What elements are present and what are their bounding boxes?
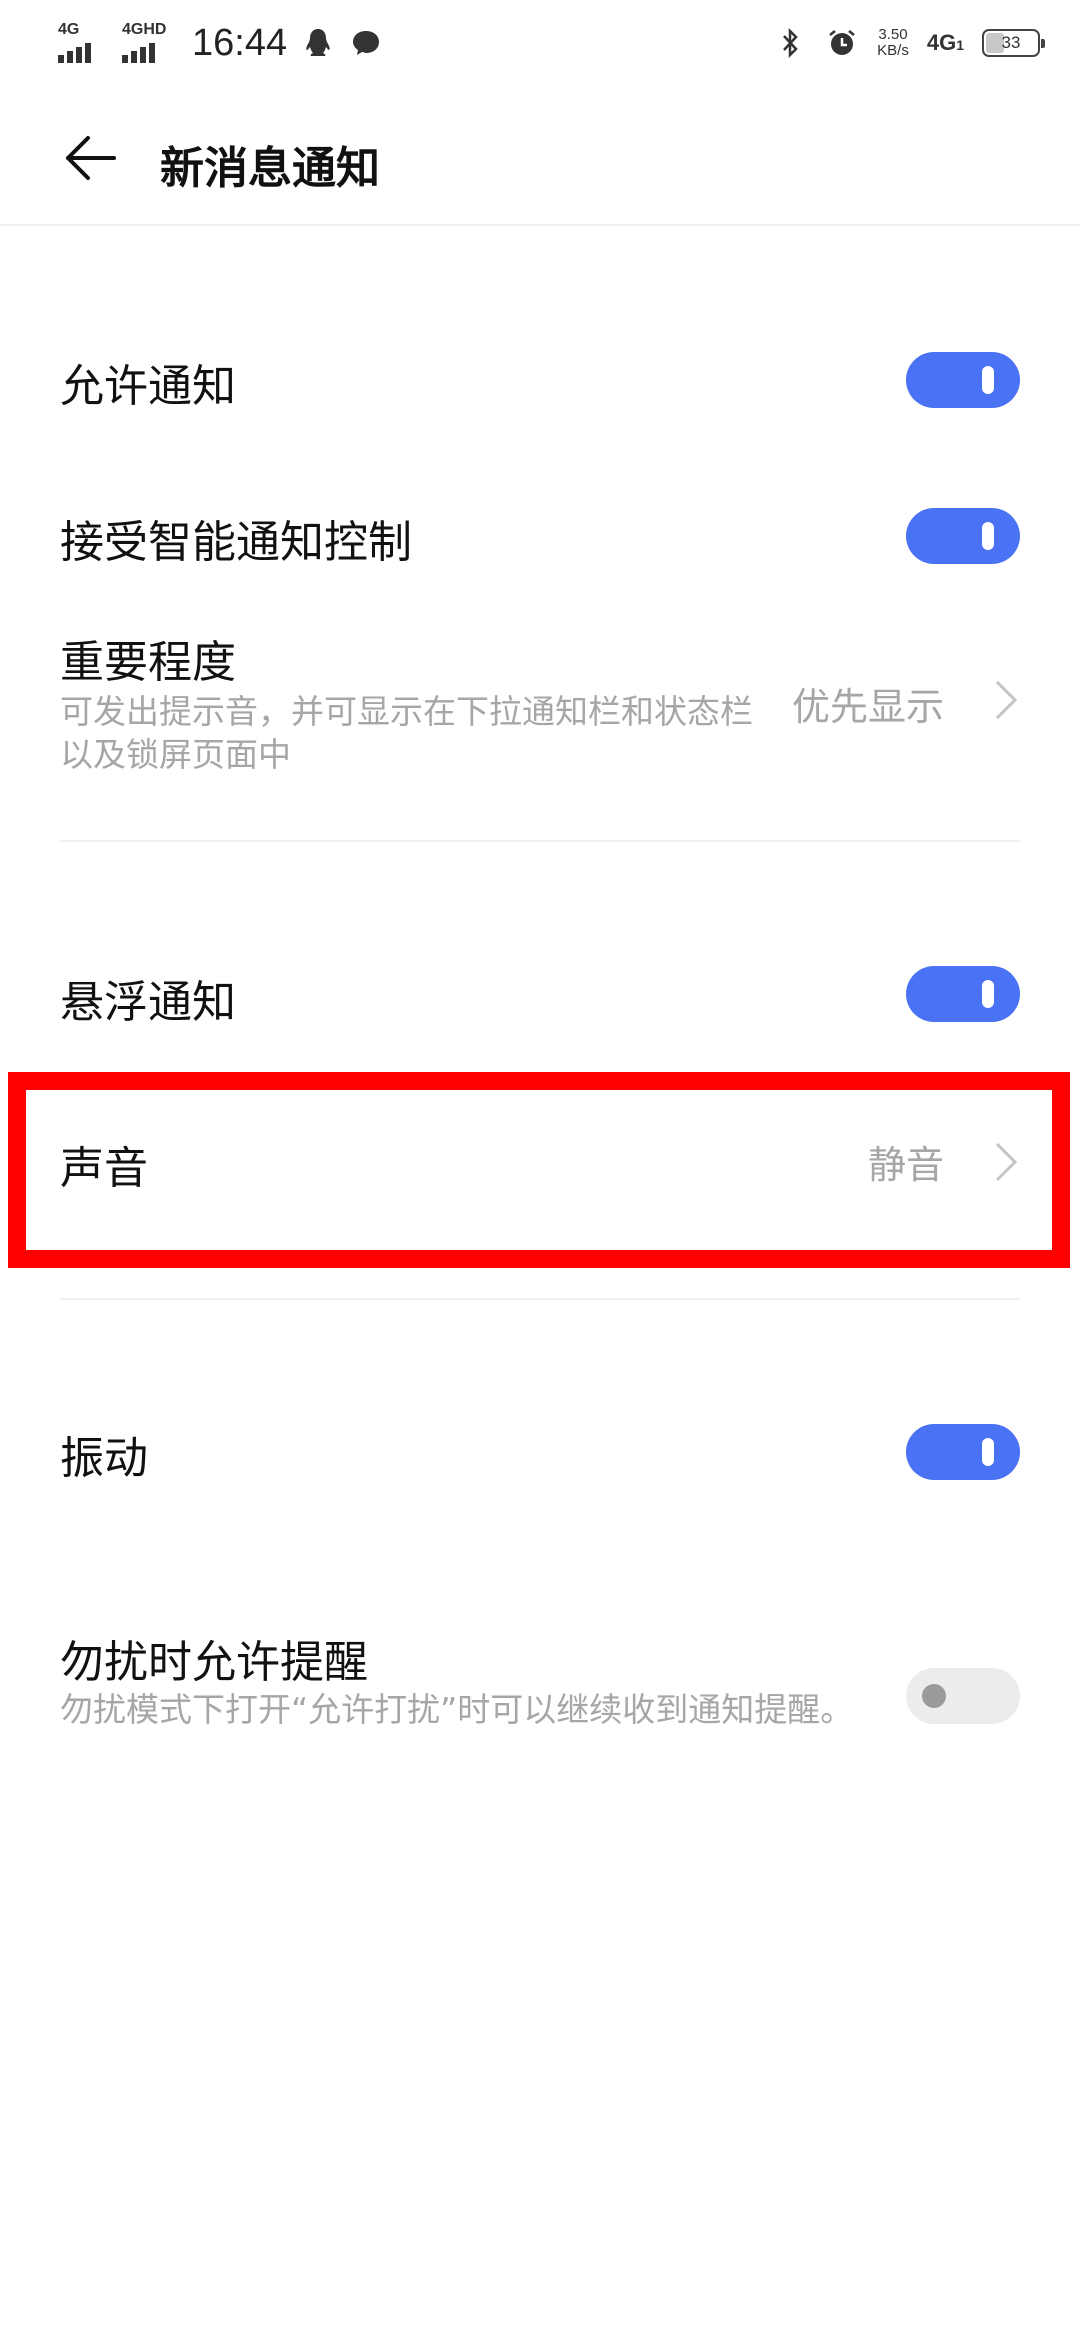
chevron-right-icon xyxy=(995,680,1018,720)
smart-control-toggle[interactable] xyxy=(906,508,1020,564)
setting-vibration[interactable]: 振动 xyxy=(0,1402,1080,1502)
vibration-toggle[interactable] xyxy=(906,1424,1020,1480)
battery-level: 33 xyxy=(1001,33,1021,52)
message-bubble-icon xyxy=(353,31,380,55)
bluetooth-icon xyxy=(783,27,798,59)
network-speed: 3.50 KB/s xyxy=(877,27,909,59)
network-speed-unit: KB/s xyxy=(877,42,909,59)
status-bar-left: 4G 4GHD 16:44 xyxy=(58,18,383,68)
floating-notifications-toggle[interactable] xyxy=(906,966,1020,1022)
floating-notifications-label: 悬浮通知 xyxy=(60,977,236,1028)
status-bar: 4G 4GHD 16:44 3.50 KB/s 4G1 33 xyxy=(0,0,1080,86)
mobile-data-indicator: 4G1 xyxy=(927,30,964,56)
setting-smart-control[interactable]: 接受智能通知控制 xyxy=(0,484,1080,584)
sim2-network-label: 4GHD xyxy=(122,21,167,38)
sim1-signal-icon: 4G xyxy=(58,21,108,65)
setting-floating-notifications[interactable]: 悬浮通知 xyxy=(0,944,1080,1044)
back-arrow-icon[interactable] xyxy=(58,126,122,190)
setting-dnd-reminder[interactable]: 勿扰时允许提醒 勿扰模式下打开“允许打扰”时可以继续收到通知提醒。 xyxy=(0,1626,1080,1786)
setting-allow-notifications[interactable]: 允许通知 xyxy=(0,330,1080,430)
mobile-data-label: 4G xyxy=(926,30,957,55)
dnd-reminder-label: 勿扰时允许提醒 xyxy=(60,1637,368,1688)
app-bar: 新消息通知 xyxy=(0,86,1080,226)
allow-notifications-label: 允许通知 xyxy=(60,361,236,412)
setting-importance[interactable]: 重要程度 可发出提示音，并可显示在下拉通知栏和状态栏以及锁屏页面中 优先显示 xyxy=(0,626,1080,786)
section-divider xyxy=(60,840,1020,842)
qq-penguin-icon xyxy=(306,29,330,56)
page-title: 新消息通知 xyxy=(160,143,380,194)
vibration-label: 振动 xyxy=(60,1433,148,1484)
importance-description: 可发出提示音，并可显示在下拉通知栏和状态栏以及锁屏页面中 xyxy=(60,692,753,774)
status-bar-right: 3.50 KB/s 4G1 33 xyxy=(773,18,1045,68)
highlight-box xyxy=(8,1072,1070,1268)
allow-notifications-toggle[interactable] xyxy=(906,352,1020,408)
alarm-icon xyxy=(829,30,855,55)
smart-control-label: 接受智能通知控制 xyxy=(60,517,412,568)
mobile-data-sim-index: 1 xyxy=(956,37,964,53)
sim1-network-label: 4G xyxy=(58,21,80,38)
network-speed-value: 3.50 xyxy=(878,26,908,43)
importance-label: 重要程度 xyxy=(60,637,236,688)
section-divider xyxy=(60,1298,1020,1300)
dnd-reminder-description: 勿扰模式下打开“允许打扰”时可以继续收到通知提醒。 xyxy=(60,1690,854,1729)
importance-value: 优先显示 xyxy=(791,685,944,729)
sim2-signal-icon: 4GHD xyxy=(122,21,172,65)
dnd-reminder-toggle[interactable] xyxy=(906,1668,1020,1724)
battery-icon: 33 xyxy=(982,29,1045,57)
status-time: 16:44 xyxy=(192,21,288,64)
